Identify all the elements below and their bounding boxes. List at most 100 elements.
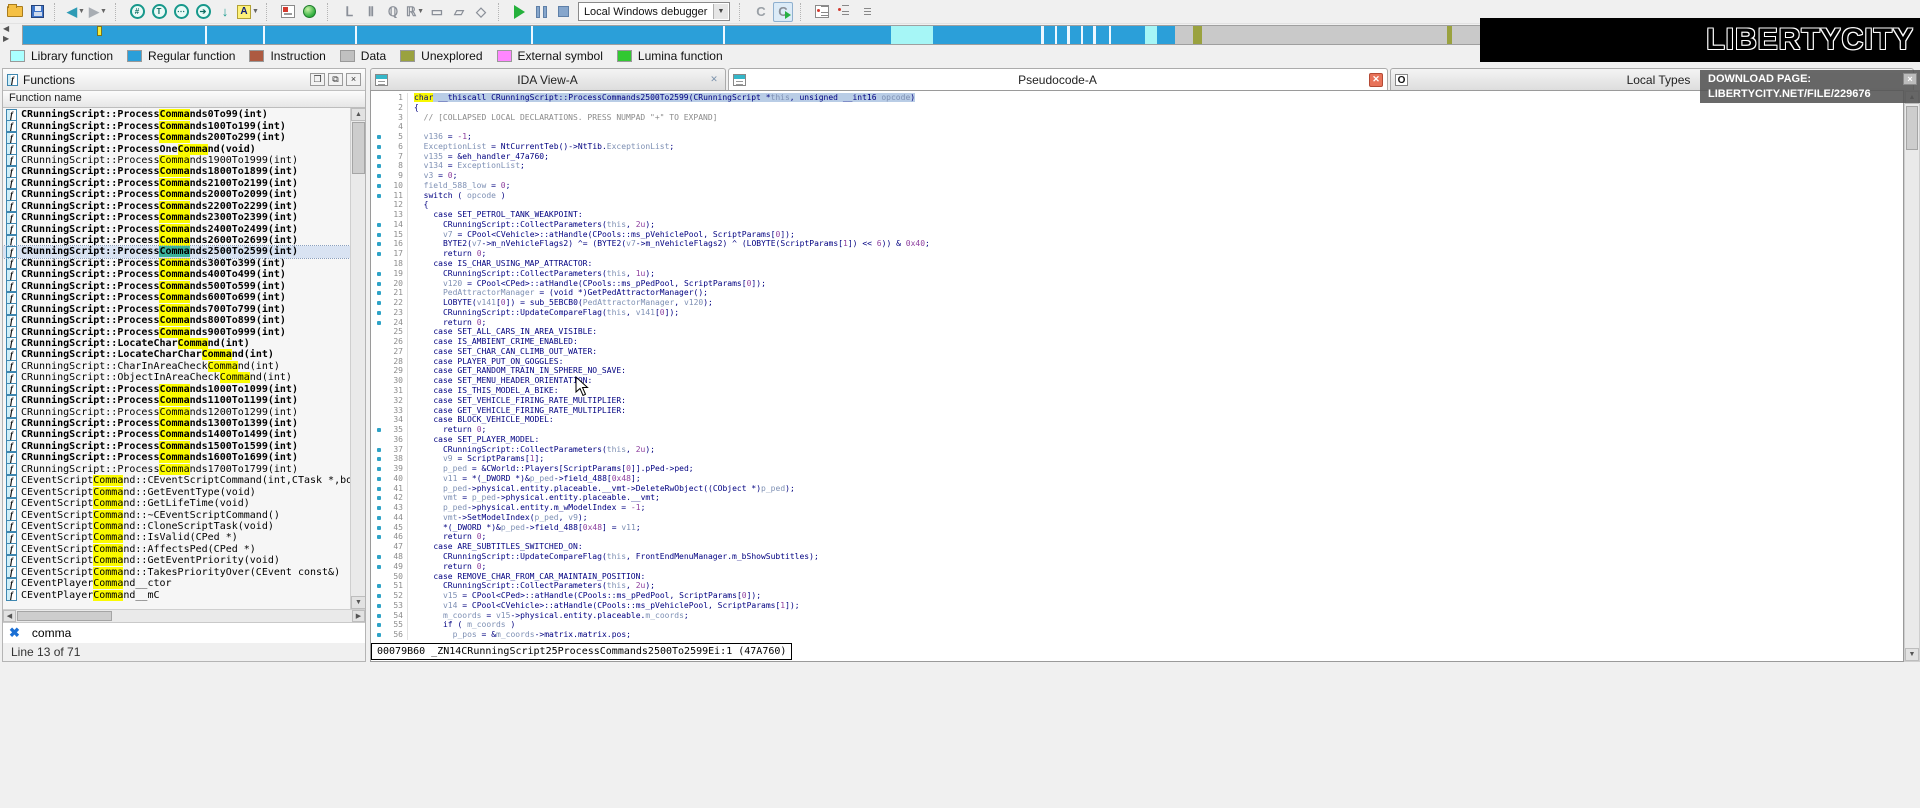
code-line-text[interactable]: *(_DWORD *)&p_ped->field_488[0x48] = v11… — [407, 523, 641, 533]
code-line-text[interactable]: field_588_low = 0; — [407, 181, 510, 191]
navband-scroll-arrows[interactable]: ◀▶ — [3, 24, 19, 46]
code-line[interactable]: 5 v136 = -1; — [371, 132, 1903, 142]
code-line[interactable]: 16 BYTE2(v7->m_nVehicleFlags2) ^= (BYTE2… — [371, 239, 1903, 249]
code-line[interactable]: 24 return 0; — [371, 318, 1903, 328]
code-line[interactable]: 21 PedAttractorManager = (void *)GetPedA… — [371, 288, 1903, 298]
code-line-text[interactable]: return 0; — [407, 562, 486, 572]
function-list-item[interactable]: fCRunningScript::LocateCharCharCommand(i… — [3, 349, 350, 360]
code-line-text[interactable]: v11 = *(_DWORD *)&p_ped->field_488[0x48]… — [407, 474, 641, 484]
code-line[interactable]: 29 case GET_RANDOM_TRAIN_IN_SPHERE_NO_SA… — [371, 366, 1903, 376]
code-line-text[interactable]: case IS_AMBIENT_CRIME_ENABLED: — [407, 337, 578, 347]
function-list-item[interactable]: fCRunningScript::ProcessCommands2000To20… — [3, 189, 350, 200]
code-line-text[interactable]: case SET_PETROL_TANK_WEAKPOINT: — [407, 210, 583, 220]
download-page-url[interactable]: LIBERTYCITY.NET/FILE/229676 — [1708, 87, 1920, 102]
code-line[interactable]: 37 CRunningScript::CollectParameters(thi… — [371, 445, 1903, 455]
code-line[interactable]: 13 case SET_PETROL_TANK_WEAKPOINT: — [371, 210, 1903, 220]
code-line[interactable]: 39 p_ped = &CWorld::Players[ScriptParams… — [371, 464, 1903, 474]
code-line-text[interactable]: v135 = &eh_handler_47a760; — [407, 152, 549, 162]
stop-process-button[interactable] — [554, 2, 574, 22]
scroll-up-icon[interactable]: ▲ — [351, 108, 365, 121]
code-line-text[interactable]: case SET_VEHICLE_FIRING_RATE_MULTIPLIER: — [407, 396, 626, 406]
function-list-item[interactable]: fCRunningScript::ProcessOneCommand(void) — [3, 143, 350, 154]
jump-to-name-button[interactable]: T — [149, 2, 169, 22]
function-list-item[interactable]: fCRunningScript::ProcessCommands1000To10… — [3, 384, 350, 395]
dropdown-arrow-icon[interactable]: ▼ — [713, 4, 728, 19]
code-line[interactable]: 33 case GET_VEHICLE_FIRING_RATE_MULTIPLI… — [371, 406, 1903, 416]
code-line[interactable]: 56 p_pos = &m_coords->matrix.matrix.pos; — [371, 630, 1903, 640]
code-line-text[interactable]: case ARE_SUBTITLES_SWITCHED_ON: — [407, 542, 583, 552]
code-line[interactable]: 23 CRunningScript::UpdateCompareFlag(thi… — [371, 308, 1903, 318]
pseudocode-view[interactable]: 1char __thiscall CRunningScript::Process… — [370, 90, 1904, 662]
code-line[interactable]: 34 case BLOCK_VEHICLE_MODEL: — [371, 415, 1903, 425]
scroll-left-icon[interactable]: ◀ — [3, 610, 16, 622]
code-line[interactable]: 2{ — [371, 103, 1903, 113]
code-line-text[interactable]: v120 = CPool<CPed>::atHandle(CPools::ms_… — [407, 279, 766, 289]
code-line-text[interactable]: if ( m_coords ) — [407, 620, 515, 630]
navband-segment[interactable] — [205, 26, 207, 45]
code-line-text[interactable]: v3 = 0; — [407, 171, 457, 181]
functions-vertical-scrollbar[interactable]: ▲ ▼ — [350, 108, 365, 609]
function-list-item[interactable]: fCRunningScript::ProcessCommands0To99(in… — [3, 109, 350, 120]
navband-segment[interactable] — [23, 26, 891, 45]
code-line[interactable]: 19 CRunningScript::CollectParameters(thi… — [371, 269, 1903, 279]
function-list-item[interactable]: fCEventScriptCommand::IsValid(CPed *) — [3, 532, 350, 543]
imports-window-button[interactable] — [278, 2, 298, 22]
debugger-selector-dropdown[interactable]: Local Windows debugger▼ — [578, 2, 730, 21]
code-line[interactable]: 48 CRunningScript::UpdateCompareFlag(thi… — [371, 552, 1903, 562]
code-line-text[interactable]: return 0; — [407, 425, 486, 435]
code-line-text[interactable]: case IS_CHAR_USING_MAP_ATTRACTOR: — [407, 259, 592, 269]
segments-button[interactable]: ▭ — [427, 2, 447, 22]
code-line-text[interactable]: v134 = ExceptionList; — [407, 161, 525, 171]
navband-segment[interactable] — [531, 26, 533, 45]
code-line-text[interactable]: CRunningScript::UpdateCompareFlag(this, … — [407, 552, 819, 562]
code-line[interactable]: 27 case SET_CHAR_CAN_CLIMB_OUT_WATER: — [371, 347, 1903, 357]
functions-scrollbar-thumb[interactable] — [352, 122, 365, 174]
function-list-item[interactable]: fCRunningScript::ProcessCommands100To199… — [3, 120, 350, 131]
start-process-button[interactable] — [510, 2, 530, 22]
navband-segment[interactable] — [1055, 26, 1057, 45]
tab-ida-view-a[interactable]: IDA View-A✕ — [370, 68, 726, 90]
code-line-text[interactable]: vmt = p_ped->physical.entity.placeable._… — [407, 493, 660, 503]
function-list-item[interactable]: fCRunningScript::ProcessCommands400To499… — [3, 269, 350, 280]
navigate-back-button[interactable]: ◀▼ — [66, 2, 86, 22]
lumina-button[interactable] — [300, 2, 320, 22]
clear-search-icon[interactable]: ✖ — [9, 625, 20, 641]
function-list-item[interactable]: fCRunningScript::ProcessCommands2200To22… — [3, 201, 350, 212]
function-list-item[interactable]: fCRunningScript::ProcessCommands1500To15… — [3, 441, 350, 452]
function-list-item[interactable]: fCRunningScript::ProcessCommands200To299… — [3, 132, 350, 143]
code-line[interactable]: 11 switch ( opcode ) — [371, 191, 1903, 201]
code-line-text[interactable]: p_ped->physical.entity.placeable.__vmt->… — [407, 484, 795, 494]
code-line-text[interactable]: PedAttractorManager = (void *)GetPedAttr… — [407, 288, 708, 298]
save-icon[interactable] — [27, 2, 47, 22]
function-list-item[interactable]: fCRunningScript::ProcessCommands2600To26… — [3, 235, 350, 246]
code-line-text[interactable]: v9 = ScriptParams[1]; — [407, 454, 544, 464]
code-line[interactable]: 8 v134 = ExceptionList; — [371, 161, 1903, 171]
breakpoints-window-button[interactable] — [812, 2, 832, 22]
code-line[interactable]: 7 v135 = &eh_handler_47a760; — [371, 152, 1903, 162]
navband-segment[interactable] — [1041, 26, 1044, 45]
code-line-text[interactable]: return 0; — [407, 532, 486, 542]
code-line[interactable]: 14 CRunningScript::CollectParameters(thi… — [371, 220, 1903, 230]
trace-window-button[interactable] — [856, 2, 876, 22]
navband-segment[interactable] — [355, 26, 357, 45]
code-line[interactable]: 10 field_588_low = 0; — [371, 181, 1903, 191]
code-line-text[interactable] — [407, 122, 414, 132]
code-line[interactable]: 38 v9 = ScriptParams[1]; — [371, 454, 1903, 464]
code-line[interactable]: 31 case IS_THIS_MODEL_A_BIKE: — [371, 386, 1903, 396]
code-line-text[interactable]: p_pos = &m_coords->matrix.matrix.pos; — [407, 630, 631, 640]
code-line-text[interactable]: case GET_VEHICLE_FIRING_RATE_MULTIPLIER: — [407, 406, 626, 416]
quick-compile-button[interactable]: C — [751, 2, 771, 22]
function-list-item[interactable]: fCEventPlayerCommand__ctor — [3, 578, 350, 589]
code-line[interactable]: 22 LOBYTE(v141[0]) = sub_5EBCB0(PedAttra… — [371, 298, 1903, 308]
function-list-item[interactable]: fCRunningScript::ProcessCommands900To999… — [3, 326, 350, 337]
code-line-text[interactable]: case REMOVE_CHAR_FROM_CAR_MAINTAIN_POSIT… — [407, 572, 645, 582]
code-line-text[interactable]: case SET_ALL_CARS_IN_AREA_VISIBLE: — [407, 327, 597, 337]
problems-button[interactable]: ◇ — [471, 2, 491, 22]
functions-search-bar[interactable]: ✖ comma — [3, 622, 365, 643]
navband-segment[interactable] — [1093, 26, 1096, 45]
dropdown-caret-icon[interactable]: ▼ — [100, 8, 107, 15]
code-line-text[interactable]: CRunningScript::CollectParameters(this, … — [407, 269, 655, 279]
code-line-text[interactable]: case SET_MENU_HEADER_ORIENTATION: — [407, 376, 592, 386]
function-list-item[interactable]: fCRunningScript::ProcessCommands1600To16… — [3, 452, 350, 463]
code-line[interactable]: 47 case ARE_SUBTITLES_SWITCHED_ON: — [371, 542, 1903, 552]
